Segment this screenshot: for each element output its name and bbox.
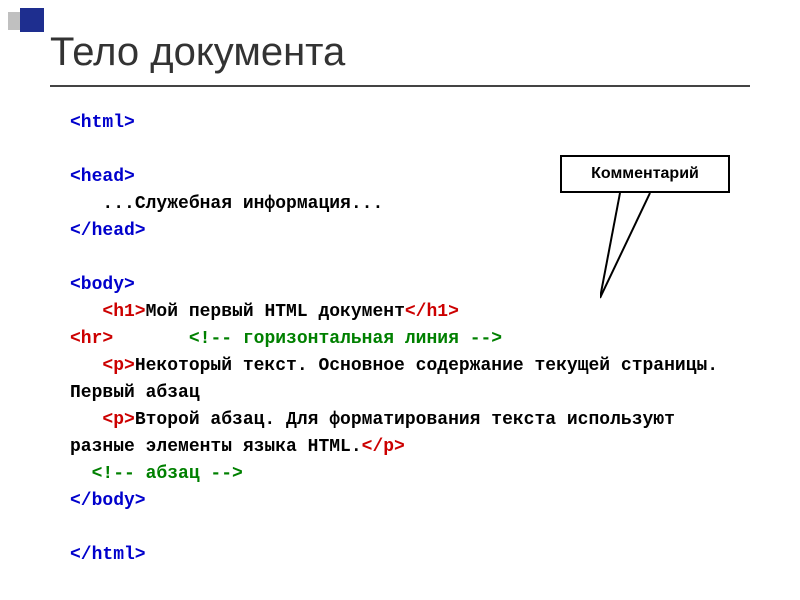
tag-body-close: </body> bbox=[70, 491, 146, 511]
tag-hr: <hr> bbox=[70, 329, 113, 349]
tag-p-close: </p> bbox=[362, 437, 405, 457]
head-content-text: Служебная информация... bbox=[135, 194, 383, 214]
tag-body-open: <body> bbox=[70, 275, 135, 295]
callout-label: Комментарий bbox=[591, 165, 699, 183]
deco-square-blue bbox=[20, 8, 44, 32]
indent: ... bbox=[70, 194, 135, 214]
tag-h1-close: </h1> bbox=[405, 302, 459, 322]
tag-head-open: <head> bbox=[70, 167, 135, 187]
page-title: Тело документа bbox=[50, 30, 345, 75]
tag-h1-open: <h1> bbox=[102, 302, 145, 322]
comment-para: <!-- абзац --> bbox=[92, 464, 243, 484]
tag-html-open: <html> bbox=[70, 113, 135, 133]
tag-p-open-2: <p> bbox=[102, 410, 134, 430]
p1-text: Некоторый текст. Основное содержание тек… bbox=[70, 356, 729, 403]
title-underline bbox=[50, 85, 750, 87]
callout-box: Комментарий bbox=[560, 155, 730, 193]
callout-arrow bbox=[600, 193, 680, 313]
tag-html-close: </html> bbox=[70, 545, 146, 565]
comment-hr: <!-- горизонтальная линия --> bbox=[189, 329, 502, 349]
tag-head-close: </head> bbox=[70, 221, 146, 241]
h1-text: Мой первый HTML документ bbox=[146, 302, 405, 322]
slide-decoration bbox=[8, 8, 44, 32]
tag-p-open-1: <p> bbox=[102, 356, 134, 376]
